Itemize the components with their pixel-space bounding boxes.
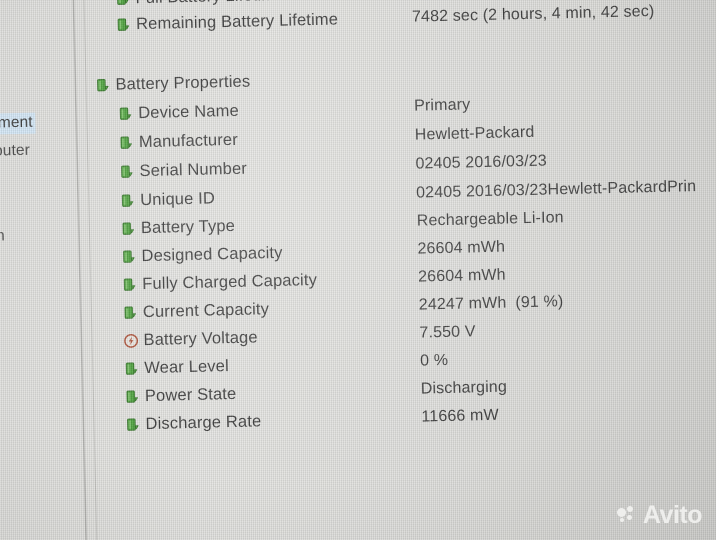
property-value-cell: 02405 2016/03/23 [415, 153, 547, 174]
property-label: Fully Charged Capacity [142, 270, 318, 294]
sidebar-item-1[interactable]: gement [0, 112, 36, 135]
property-label: Full Battery Lifetime [135, 0, 284, 8]
property-value: Hewlett-Packard [414, 123, 535, 144]
sidebar-item-3[interactable]: em [0, 227, 5, 246]
property-label-cell[interactable]: Serial Number [119, 160, 247, 182]
property-value: 11666 mW [421, 406, 500, 426]
property-value: 24247 mWh [418, 294, 507, 314]
property-label-cell[interactable]: Discharge Rate [125, 412, 262, 434]
battery-icon [124, 361, 139, 376]
property-label-cell[interactable]: Battery Type [121, 217, 236, 239]
property-value-cell: 24247 mWh (91 %) [419, 293, 564, 314]
battery-icon [121, 221, 136, 236]
property-label-cell[interactable]: Current Capacity [123, 300, 270, 322]
property-label: Discharge Rate [145, 412, 262, 434]
property-value: 7.550 V [419, 323, 476, 342]
property-label: Battery Voltage [143, 328, 258, 350]
property-value-cell: 7.550 V [419, 323, 476, 342]
battery-icon [95, 78, 110, 93]
battery-icon [120, 193, 135, 208]
battery-icon [119, 164, 134, 179]
battery-icon [115, 0, 130, 7]
property-label: Manufacturer [138, 130, 239, 152]
property-label-cell[interactable]: Battery Properties [95, 73, 250, 96]
property-value-cell: Primary [414, 96, 471, 115]
property-label-cell[interactable]: Fully Charged Capacity [122, 271, 317, 295]
property-label: Designed Capacity [141, 243, 283, 266]
property-label-cell[interactable]: Battery Voltage [123, 328, 258, 350]
property-value: 26604 mWh [417, 266, 506, 286]
property-label-cell[interactable]: Wear Level [124, 357, 229, 378]
property-value: 26604 mWh [417, 238, 506, 258]
property-label: Power State [144, 384, 237, 406]
battery-info-window: megementmputerem Full Battery LifetimeRe… [0, 0, 716, 540]
property-value-cell: 0 % [420, 352, 448, 371]
avito-watermark: Avito [616, 501, 703, 529]
property-label: Battery Properties [115, 72, 251, 94]
navigation-tree-pane[interactable]: megementmputerem [0, 0, 85, 540]
property-label-cell[interactable]: Full Battery Lifetime [115, 0, 285, 9]
sidebar-item-2[interactable]: mputer [0, 142, 30, 161]
property-label-cell[interactable]: Designed Capacity [121, 243, 283, 267]
battery-icon [116, 17, 131, 32]
property-label: Remaining Battery Lifetime [135, 10, 339, 34]
avito-wordmark: Avito [642, 501, 703, 529]
property-value-suffix: (91 %) [515, 293, 564, 312]
property-label: Unique ID [140, 189, 216, 210]
battery-icon [123, 305, 138, 320]
battery-icon [125, 417, 140, 432]
property-value: Discharging [420, 378, 508, 398]
property-label: Battery Type [140, 216, 236, 238]
property-label-cell[interactable]: Device Name [118, 102, 239, 124]
battery-icon [118, 106, 133, 121]
property-value: Rechargeable Li-Ion [416, 209, 564, 230]
battery-icon [125, 389, 140, 404]
property-value-cell: 11666 mW [421, 407, 499, 427]
battery-icon [119, 135, 134, 150]
property-label: Device Name [137, 101, 240, 123]
property-value: 0 % [419, 351, 449, 370]
property-value-cell: Discharging [421, 379, 508, 399]
property-label-cell[interactable]: Remaining Battery Lifetime [116, 10, 338, 34]
property-label-cell[interactable]: Unique ID [120, 189, 215, 210]
battery-icon [122, 277, 137, 292]
property-value: 02405 2016/03/23Hewlett-PackardPrin [415, 178, 697, 202]
property-label-cell[interactable]: Manufacturer [119, 131, 238, 153]
voltage-icon [123, 333, 139, 348]
property-value: Primary [413, 96, 471, 115]
property-label: Serial Number [139, 159, 248, 181]
property-label: Current Capacity [142, 300, 270, 322]
property-value-cell: Rechargeable Li-Ion [417, 209, 564, 230]
property-label: Wear Level [143, 357, 230, 378]
battery-icon [121, 249, 136, 264]
property-value-cell: 02405 2016/03/23Hewlett-PackardPrin [416, 178, 696, 203]
property-label-cell[interactable]: Power State [125, 385, 237, 407]
property-value-cell: Hewlett-Packard [415, 124, 535, 145]
battery-properties-pane: Full Battery Lifetime Remaining Battery L… [85, 0, 716, 540]
property-value-cell: 26604 mWh [417, 239, 505, 259]
avito-dots-icon [616, 506, 638, 525]
screenshot-photo: megementmputerem Full Battery LifetimeRe… [0, 0, 716, 540]
property-value: 02405 2016/03/23 [415, 152, 548, 173]
property-value-cell: 26604 mWh [418, 267, 506, 287]
